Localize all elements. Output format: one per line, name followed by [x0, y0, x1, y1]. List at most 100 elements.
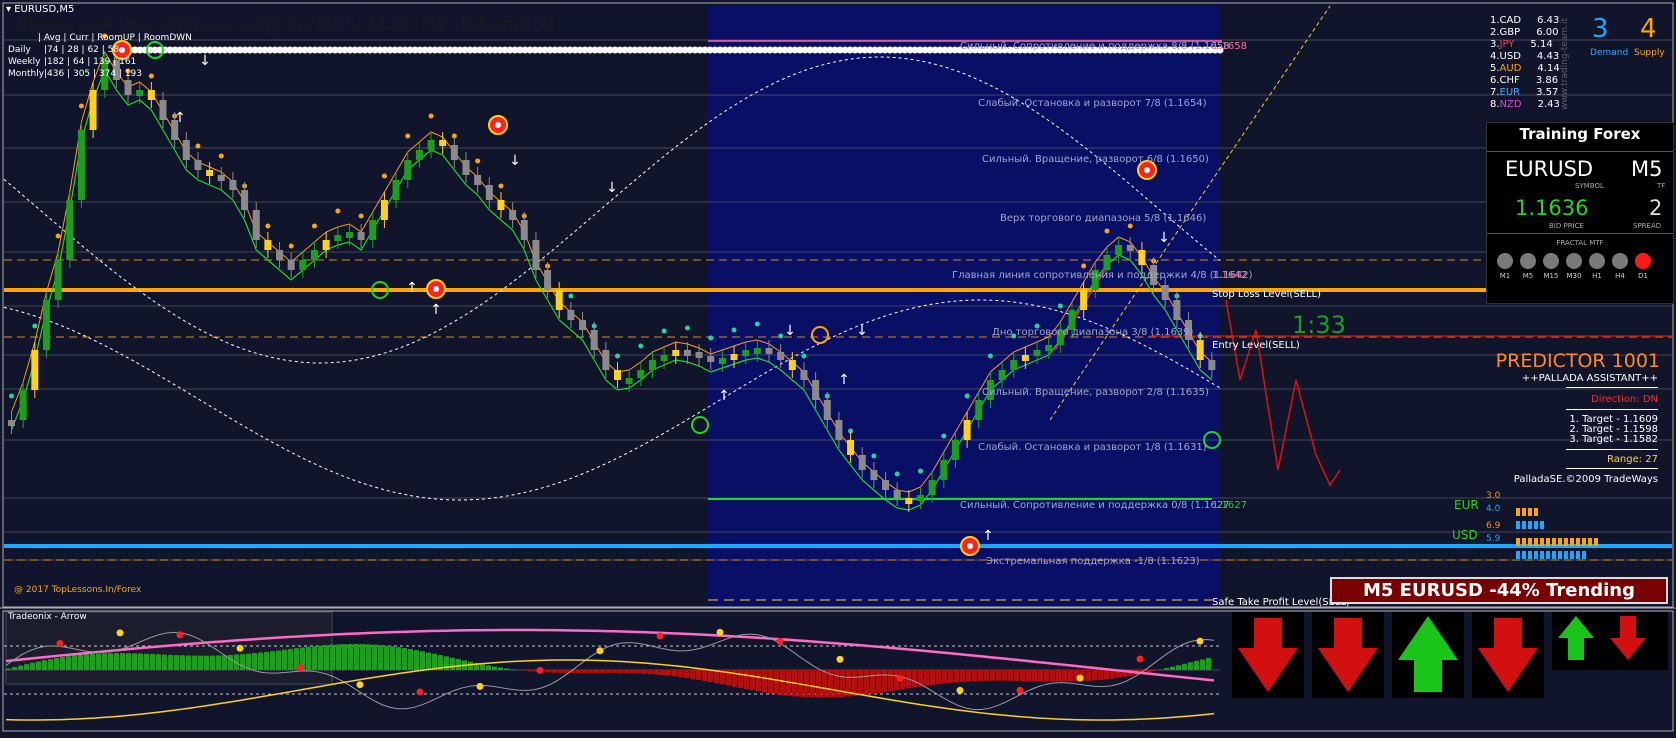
- sar-dot: [568, 294, 573, 299]
- histogram-bar: [420, 651, 425, 670]
- candle-body: [812, 380, 819, 400]
- candle-body: [626, 378, 633, 384]
- histogram-bar: [168, 655, 173, 670]
- level-label: Сильный. Сопротивление и поддержка 0/8 (…: [960, 500, 1229, 511]
- sar-dot: [871, 454, 876, 459]
- histogram-bar: [618, 670, 623, 673]
- histogram-bar: [654, 670, 659, 675]
- strength-bar-cell: [1540, 538, 1544, 546]
- candle-body: [323, 240, 330, 250]
- histogram-bar: [990, 670, 995, 681]
- histogram-bar: [930, 670, 935, 685]
- candle-body: [160, 100, 167, 120]
- entry-level-label: Entry Level(SELL): [1212, 340, 1300, 351]
- candle-body: [929, 480, 936, 495]
- fractal-m15: M15: [1541, 253, 1561, 280]
- sub-dot: [1077, 675, 1084, 682]
- histogram-bar: [768, 670, 773, 693]
- candle-body: [311, 250, 318, 260]
- candle-body: [637, 370, 644, 378]
- histogram-bar: [186, 655, 191, 670]
- candle-body: [999, 370, 1006, 380]
- candle-body: [1127, 245, 1134, 251]
- histogram-bar: [750, 670, 755, 690]
- histogram-bar: [822, 670, 827, 698]
- range-table: | Avg | Curr | RoomUP | RoomDWN Daily|74…: [8, 32, 192, 80]
- fractal-tf-label: D1: [1633, 272, 1653, 280]
- histogram-bar: [642, 670, 647, 674]
- histogram-bar: [624, 670, 629, 673]
- histogram-bar: [414, 650, 419, 670]
- divider: [1566, 468, 1658, 469]
- histogram-bar: [1206, 658, 1211, 670]
- training-title: Training Forex: [1487, 123, 1673, 143]
- level-label: Сильный. Вращение, разворот 6/8 (1.1650): [982, 154, 1209, 165]
- histogram-bar: [1056, 670, 1061, 682]
- pair-usd-bottom: 5.9: [1486, 534, 1500, 544]
- sub-dot: [957, 687, 964, 694]
- strength-row: 1.CAD6.43: [1490, 15, 1560, 27]
- histogram-bar: [1170, 667, 1175, 670]
- sub-dot: [477, 683, 484, 690]
- histogram-bar: [978, 670, 983, 681]
- fractal-dot-icon: [1566, 253, 1582, 269]
- down-arrow-icon: ↓: [199, 53, 211, 69]
- candle-body: [859, 455, 866, 470]
- candle-body: [369, 220, 376, 240]
- currency-strength-list: 1.CAD6.43 2.GBP6.00 3.JPY5.14 4.USD4.43 …: [1490, 15, 1560, 111]
- histogram-bar: [678, 670, 683, 677]
- range-row-daily: Daily|74 | 28 | 62 | 58: [8, 44, 192, 56]
- histogram-bar: [348, 644, 353, 670]
- histogram-bar: [510, 669, 515, 670]
- candle-body: [544, 270, 551, 290]
- sar-dot: [732, 328, 737, 333]
- strength-bar-cell: [1564, 538, 1568, 546]
- strength-bar-cell: [1516, 551, 1520, 559]
- candle-body: [253, 210, 260, 240]
- candle-body: [264, 240, 271, 250]
- sar-dot: [405, 134, 410, 139]
- candle-body: [8, 420, 15, 426]
- candle-body: [824, 400, 831, 420]
- histogram-bar: [924, 670, 929, 686]
- level-price: 1.1642: [1212, 270, 1247, 281]
- candle-body: [719, 358, 726, 364]
- candle-body: [439, 140, 446, 146]
- candle-body: [136, 90, 143, 96]
- strength-row: 3.JPY5.14: [1490, 39, 1560, 51]
- histogram-bar: [594, 670, 599, 673]
- strength-bar-cell: [1528, 508, 1532, 516]
- histogram-bar: [954, 670, 959, 682]
- range-table-header: | Avg | Curr | RoomUP | RoomDWN: [8, 32, 192, 44]
- histogram-bar: [1032, 670, 1037, 681]
- spread-caption: SPREAD: [1633, 222, 1661, 230]
- histogram-bar: [90, 654, 95, 670]
- sar-dot: [219, 154, 224, 159]
- histogram-bar: [870, 670, 875, 694]
- sub-dot: [417, 688, 424, 695]
- candle-body: [1034, 350, 1041, 356]
- candle-body: [754, 348, 761, 354]
- menu-triangle-icon[interactable]: ▾: [6, 4, 11, 15]
- histogram-bar: [318, 646, 323, 670]
- strength-bar-cell: [1546, 551, 1550, 559]
- candle-body: [229, 180, 236, 190]
- chart-window[interactable]: ↓↓↓↓↓↓↑↑↑↑↑↑ Сильный. Сопротивление и по…: [0, 0, 1676, 734]
- histogram-bar: [546, 670, 551, 673]
- sub-dot: [1197, 638, 1204, 645]
- candle-body: [952, 440, 959, 460]
- sar-dot: [895, 472, 900, 477]
- strength-row: 8.NZD2.43: [1490, 99, 1560, 111]
- strength-bar-cell: [1588, 538, 1592, 546]
- histogram-bar: [558, 670, 563, 673]
- candle-body: [567, 310, 574, 320]
- strength-bar-cell: [1534, 508, 1538, 516]
- histogram-bar: [702, 670, 707, 681]
- histogram-bar: [72, 655, 77, 670]
- histogram-bar: [984, 670, 989, 681]
- histogram-bar: [432, 654, 437, 670]
- histogram-bar: [108, 653, 113, 670]
- histogram-bar: [288, 649, 293, 670]
- candle-body: [1208, 360, 1215, 370]
- histogram-bar: [1098, 670, 1103, 680]
